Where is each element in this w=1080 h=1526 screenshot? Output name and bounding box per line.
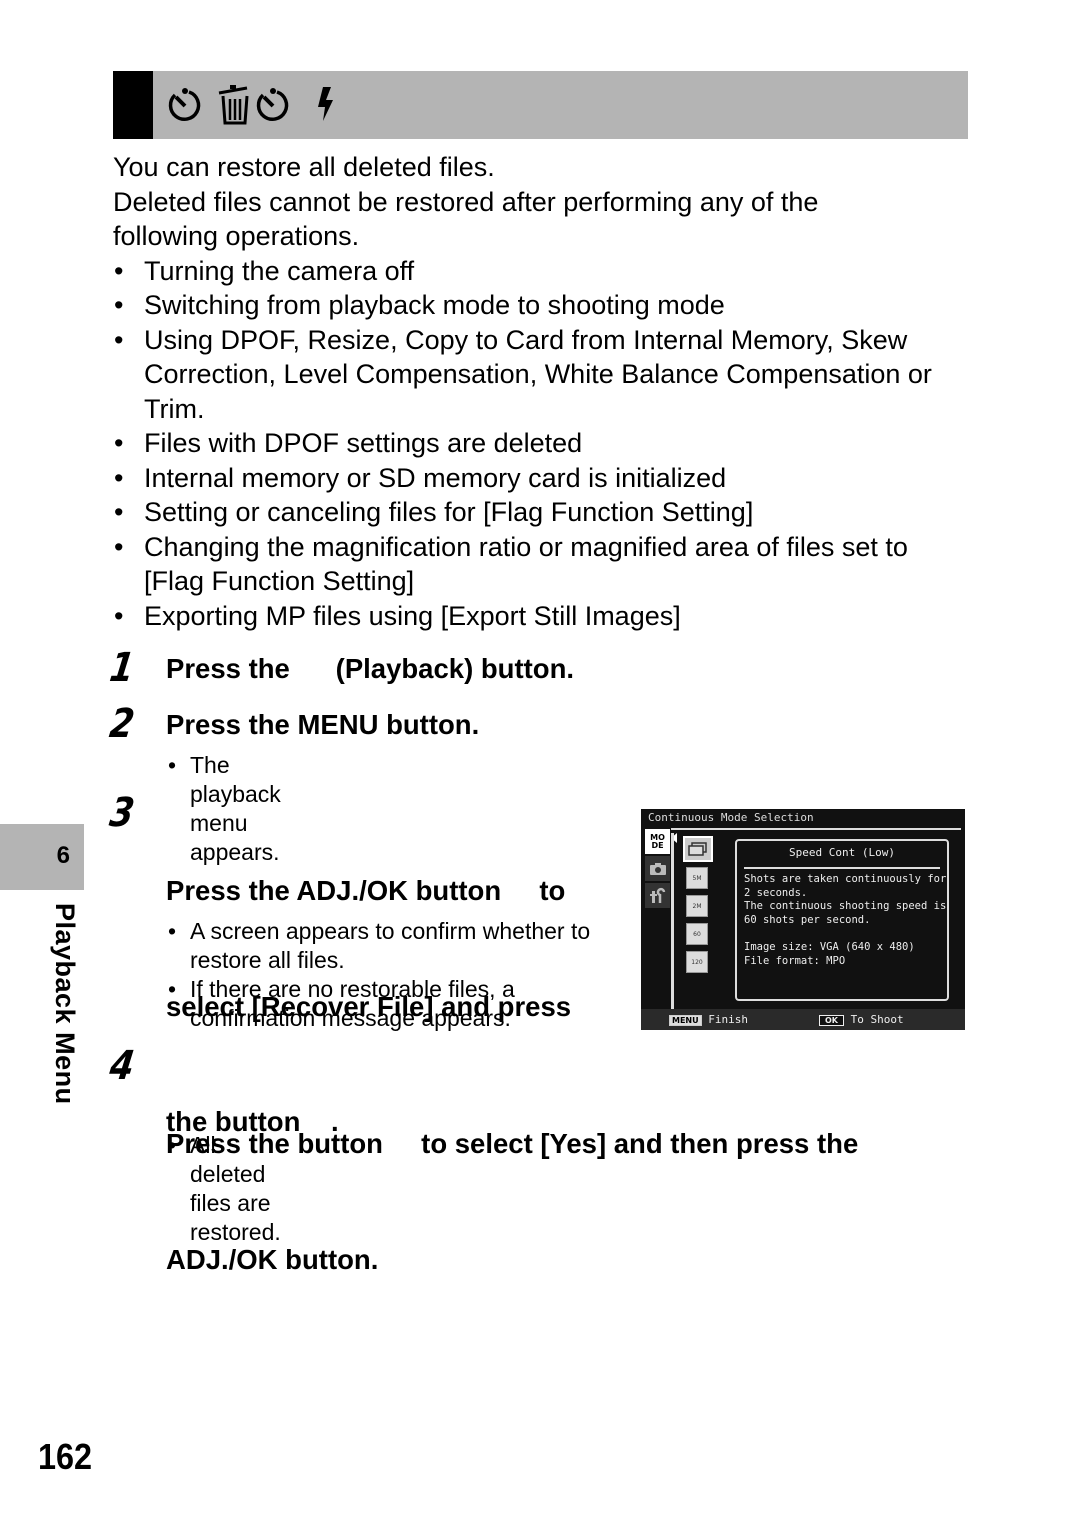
list-item: Turning the camera off (113, 254, 973, 289)
page-number: 162 (38, 1436, 93, 1477)
m-cont-2m-icon: 2M (686, 895, 708, 917)
step-title: Press the MENU button. (166, 709, 480, 740)
step-notes: A screen appears to confirm whether to r… (166, 917, 616, 1033)
m-cont-5m-icon: 5M (686, 867, 708, 889)
divider (671, 828, 961, 830)
option-sublabel: 5M (692, 874, 702, 882)
to-shoot-label: To Shoot (850, 1013, 904, 1026)
ok-key-icon: OK (819, 1014, 844, 1026)
menu-key-icon: MENU (669, 1014, 702, 1026)
mode-description: Shots are taken continuously for 2 secon… (744, 873, 947, 967)
mode-description-box: Speed Cont (Low) Shots are taken continu… (735, 839, 949, 1001)
header-icons (165, 85, 341, 125)
option-sublabel: 2M (692, 902, 702, 910)
note-item: All deleted files are restored. (166, 1131, 281, 1247)
step-number: 4 (106, 1043, 138, 1089)
intro-text: You can restore all deleted files. Delet… (113, 150, 973, 633)
speed-cont-120-icon: 120 (686, 951, 708, 973)
mode-icon: MO DE (645, 829, 670, 854)
trash-icon (218, 85, 249, 125)
camera-screen-title: Continuous Mode Selection (648, 811, 814, 824)
divider (744, 867, 940, 869)
option-sublabel: 120 (691, 958, 703, 966)
chapter-number: 6 (56, 842, 70, 869)
step-notes: All deleted files are restored. (166, 1131, 281, 1247)
finish-hint: MENU Finish (669, 1009, 748, 1030)
list-item: Files with DPOF settings are deleted (113, 426, 973, 461)
list-item: Internal memory or SD memory card is ini… (113, 461, 973, 496)
list-item: Setting or canceling files for [Flag Fun… (113, 495, 973, 530)
continuous-icon (683, 836, 713, 862)
self-timer-icon-2 (256, 88, 289, 122)
speed-cont-60-icon: 60 (686, 923, 708, 945)
mode-name: Speed Cont (Low) (789, 846, 895, 859)
step-number: 3 (106, 790, 138, 836)
shoot-hint: OK To Shoot (819, 1009, 904, 1030)
chapter-label: Playback Menu (50, 903, 80, 1105)
list-item: Exporting MP files using [Export Still I… (113, 599, 973, 634)
note-item: If there are no restorable files, a conf… (166, 975, 616, 1033)
option-sublabel: 60 (693, 930, 701, 938)
step-number: 1 (106, 645, 138, 691)
camera-screen-footer: MENU Finish OK To Shoot (641, 1009, 965, 1030)
setup-wrench-icon (645, 883, 670, 908)
camera-icon (645, 856, 670, 881)
note-item: A screen appears to confirm whether to r… (166, 917, 616, 975)
step-title-line: Press the ADJ./OK button to (166, 875, 566, 906)
step-number: 2 (106, 701, 138, 747)
section-header-bar (113, 71, 968, 139)
header-marker (113, 71, 153, 139)
operations-list: Turning the camera off Switching from pl… (113, 254, 973, 634)
self-timer-icon (168, 88, 201, 122)
list-item: Using DPOF, Resize, Copy to Card from In… (113, 323, 968, 427)
divider (671, 833, 674, 1010)
intro-line-2: Deleted files cannot be restored after p… (113, 186, 819, 252)
list-item: Changing the magnification ratio or magn… (113, 530, 968, 599)
chapter-tab: 6 (0, 824, 84, 890)
camera-screen-image: Continuous Mode Selection MO DE 5M 2M 60 … (641, 809, 965, 1030)
list-item: Switching from playback mode to shooting… (113, 288, 973, 323)
flash-icon (318, 87, 333, 121)
intro-line-1: You can restore all deleted files. (113, 152, 495, 182)
step-title: Press the (Playback) button. (166, 653, 575, 684)
finish-label: Finish (708, 1013, 748, 1026)
